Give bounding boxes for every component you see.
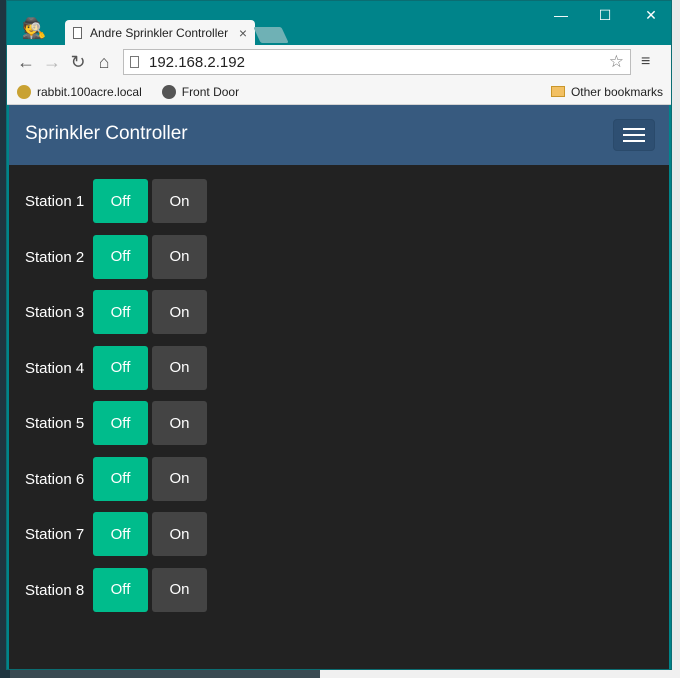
station-row-4: Station 4 Off On	[9, 345, 669, 402]
minimize-button[interactable]: —	[547, 7, 575, 23]
station-label: Station 1	[25, 193, 85, 210]
station-5-off-button[interactable]: Off	[93, 401, 148, 445]
station-8-on-button[interactable]: On	[152, 567, 207, 612]
app-navbar: Sprinkler Controller	[9, 105, 669, 165]
bookmarks-bar: rabbit.100acre.local Front Door Other bo…	[7, 79, 671, 105]
station-8-off-button[interactable]: Off	[93, 567, 148, 612]
station-label: Station 2	[25, 248, 85, 266]
station-2-on-button[interactable]: On	[152, 234, 207, 279]
station-row-6: Station 6 Off On	[9, 456, 669, 513]
page-info-icon[interactable]	[130, 56, 139, 68]
url-text[interactable]: 192.168.2.192	[149, 54, 609, 71]
station-3-on-button[interactable]: On	[152, 290, 207, 334]
app-brand[interactable]: Sprinkler Controller	[25, 123, 188, 145]
station-3-off-button[interactable]: Off	[93, 290, 148, 334]
station-label: Station 5	[25, 415, 85, 432]
station-7-on-button[interactable]: On	[152, 512, 207, 556]
station-label: Station 7	[25, 526, 85, 543]
reload-icon[interactable]: ↻	[65, 52, 91, 73]
station-label: Station 3	[25, 304, 85, 321]
maximize-button[interactable]: ☐	[591, 7, 619, 24]
station-row-7: Station 7 Off On	[9, 512, 669, 568]
station-label: Station 6	[25, 470, 85, 488]
chrome-menu-icon[interactable]: ≡	[641, 53, 650, 71]
station-2-off-button[interactable]: Off	[93, 234, 148, 279]
camera-icon	[161, 84, 176, 99]
bookmark-front-door[interactable]: Front Door	[161, 84, 240, 99]
folder-icon	[550, 86, 565, 97]
new-tab-button[interactable]	[253, 27, 289, 43]
browser-window: 🕵 Andre Sprinkler Controller × — ☐ ✕ ← →…	[6, 0, 672, 670]
station-6-off-button[interactable]: Off	[93, 456, 148, 501]
station-row-3: Station 3 Off On	[9, 290, 669, 346]
other-bookmarks-label: Other bookmarks	[570, 84, 663, 99]
palm-tree-icon	[17, 84, 31, 99]
station-1-on-button[interactable]: On	[152, 179, 207, 223]
station-row-8: Station 8 Off On	[9, 567, 669, 624]
browser-toolbar: ← → ↻ ⌂ 192.168.2.192 ☆ ≡	[7, 45, 671, 79]
back-arrow-icon[interactable]: ←	[13, 52, 39, 73]
address-bar[interactable]: 192.168.2.192 ☆	[123, 49, 631, 75]
station-label: Station 8	[25, 581, 85, 599]
station-4-on-button[interactable]: On	[152, 345, 207, 390]
hamburger-line	[623, 128, 645, 130]
tab-close-icon[interactable]: ×	[239, 25, 247, 41]
tab-title: Andre Sprinkler Controller	[90, 26, 229, 40]
station-1-off-button[interactable]: Off	[93, 179, 148, 223]
other-bookmarks[interactable]: Other bookmarks	[550, 84, 663, 99]
station-row-5: Station 5 Off On	[9, 401, 669, 457]
station-list: Station 1 Off On Station 2 Off On Statio…	[9, 179, 669, 623]
station-row-2: Station 2 Off On	[9, 234, 669, 291]
bookmark-label: rabbit.100acre.local	[37, 84, 142, 99]
document-icon	[73, 27, 82, 39]
hamburger-line	[623, 140, 645, 142]
page-content: Sprinkler Controller Station 1 Off On St…	[9, 105, 669, 669]
bookmark-star-icon[interactable]: ☆	[609, 52, 624, 72]
station-label: Station 4	[25, 359, 85, 377]
station-5-on-button[interactable]: On	[152, 401, 207, 445]
station-row-1: Station 1 Off On	[9, 179, 669, 235]
station-4-off-button[interactable]: Off	[93, 345, 148, 390]
station-7-off-button[interactable]: Off	[93, 512, 148, 556]
home-icon[interactable]: ⌂	[91, 52, 117, 73]
title-bar: 🕵 Andre Sprinkler Controller × — ☐ ✕	[7, 1, 671, 46]
station-6-on-button[interactable]: On	[152, 456, 207, 501]
bookmark-rabbit[interactable]: rabbit.100acre.local	[17, 84, 142, 99]
browser-tab[interactable]: Andre Sprinkler Controller ×	[65, 20, 255, 46]
hamburger-line	[623, 134, 645, 136]
bookmark-label: Front Door	[181, 84, 240, 99]
incognito-icon: 🕵	[21, 17, 47, 40]
navbar-toggle-button[interactable]	[613, 119, 655, 151]
close-window-button[interactable]: ✕	[637, 7, 665, 24]
forward-arrow-icon[interactable]: →	[39, 52, 65, 73]
